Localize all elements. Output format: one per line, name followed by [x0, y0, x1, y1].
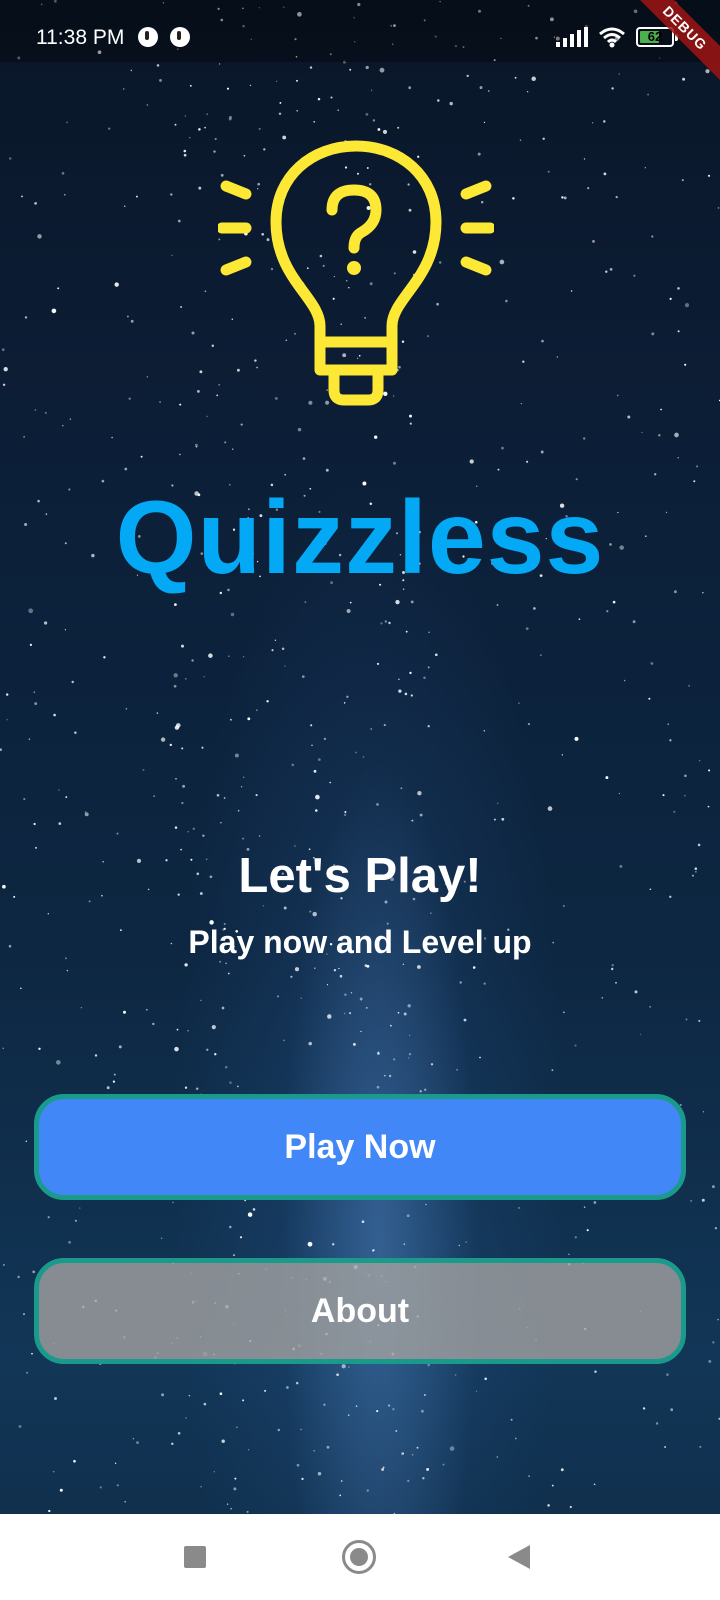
square-icon[interactable] [184, 1546, 206, 1568]
signal-icon [556, 27, 588, 47]
status-time: 11:38 PM [36, 26, 125, 49]
status-notification-icons [138, 27, 190, 47]
circle-icon[interactable] [342, 1540, 376, 1574]
battery-level: 62 [647, 29, 663, 44]
subheadline: Play now and Level up [188, 924, 532, 960]
navigation-bar [0, 1514, 720, 1600]
notification-icon [170, 27, 190, 47]
app-title: Quizzless [115, 480, 605, 596]
back-triangle-icon[interactable] [508, 1545, 530, 1569]
battery-icon: 62 [636, 27, 678, 47]
wifi-icon [599, 27, 625, 48]
notification-icon [138, 27, 158, 47]
lightbulb-question-icon [218, 140, 494, 406]
status-bar: 11:38 PM 62 DEBUG [0, 0, 720, 90]
about-button[interactable]: About [34, 1258, 686, 1364]
home-screen: 11:38 PM 62 DEBUG Quizzless Let's Play! … [0, 0, 720, 1600]
play-now-button[interactable]: Play Now [34, 1094, 686, 1200]
headline: Let's Play! [238, 849, 482, 903]
status-system-icons: 62 [556, 26, 678, 48]
